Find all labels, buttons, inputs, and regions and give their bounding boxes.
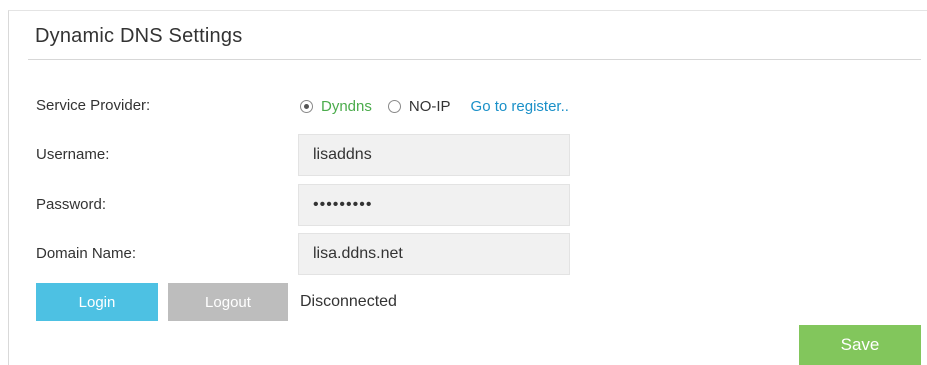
radio-selected-dot <box>304 103 309 109</box>
login-button[interactable]: Login <box>36 283 158 321</box>
noip-option-label[interactable]: NO-IP <box>409 98 451 115</box>
username-input[interactable] <box>298 134 570 176</box>
section-title: Dynamic DNS Settings <box>35 25 243 47</box>
noip-radio[interactable] <box>387 99 401 113</box>
title-divider <box>28 59 921 60</box>
password-input[interactable] <box>298 184 570 226</box>
service-provider-options: Dyndns NO-IP Go to register.. <box>300 96 569 116</box>
save-button[interactable]: Save <box>799 325 921 365</box>
domain-name-input[interactable] <box>298 233 570 275</box>
connection-status: Disconnected <box>300 293 397 310</box>
dyndns-radio[interactable] <box>300 99 313 113</box>
domain-name-label: Domain Name: <box>36 245 137 262</box>
logout-button[interactable]: Logout <box>168 283 288 321</box>
username-label: Username: <box>36 146 110 163</box>
service-provider-label: Service Provider: <box>36 97 151 114</box>
dyndns-option-label[interactable]: Dyndns <box>321 98 372 115</box>
password-label: Password: <box>36 196 107 213</box>
go-to-register-link[interactable]: Go to register.. <box>471 98 569 115</box>
